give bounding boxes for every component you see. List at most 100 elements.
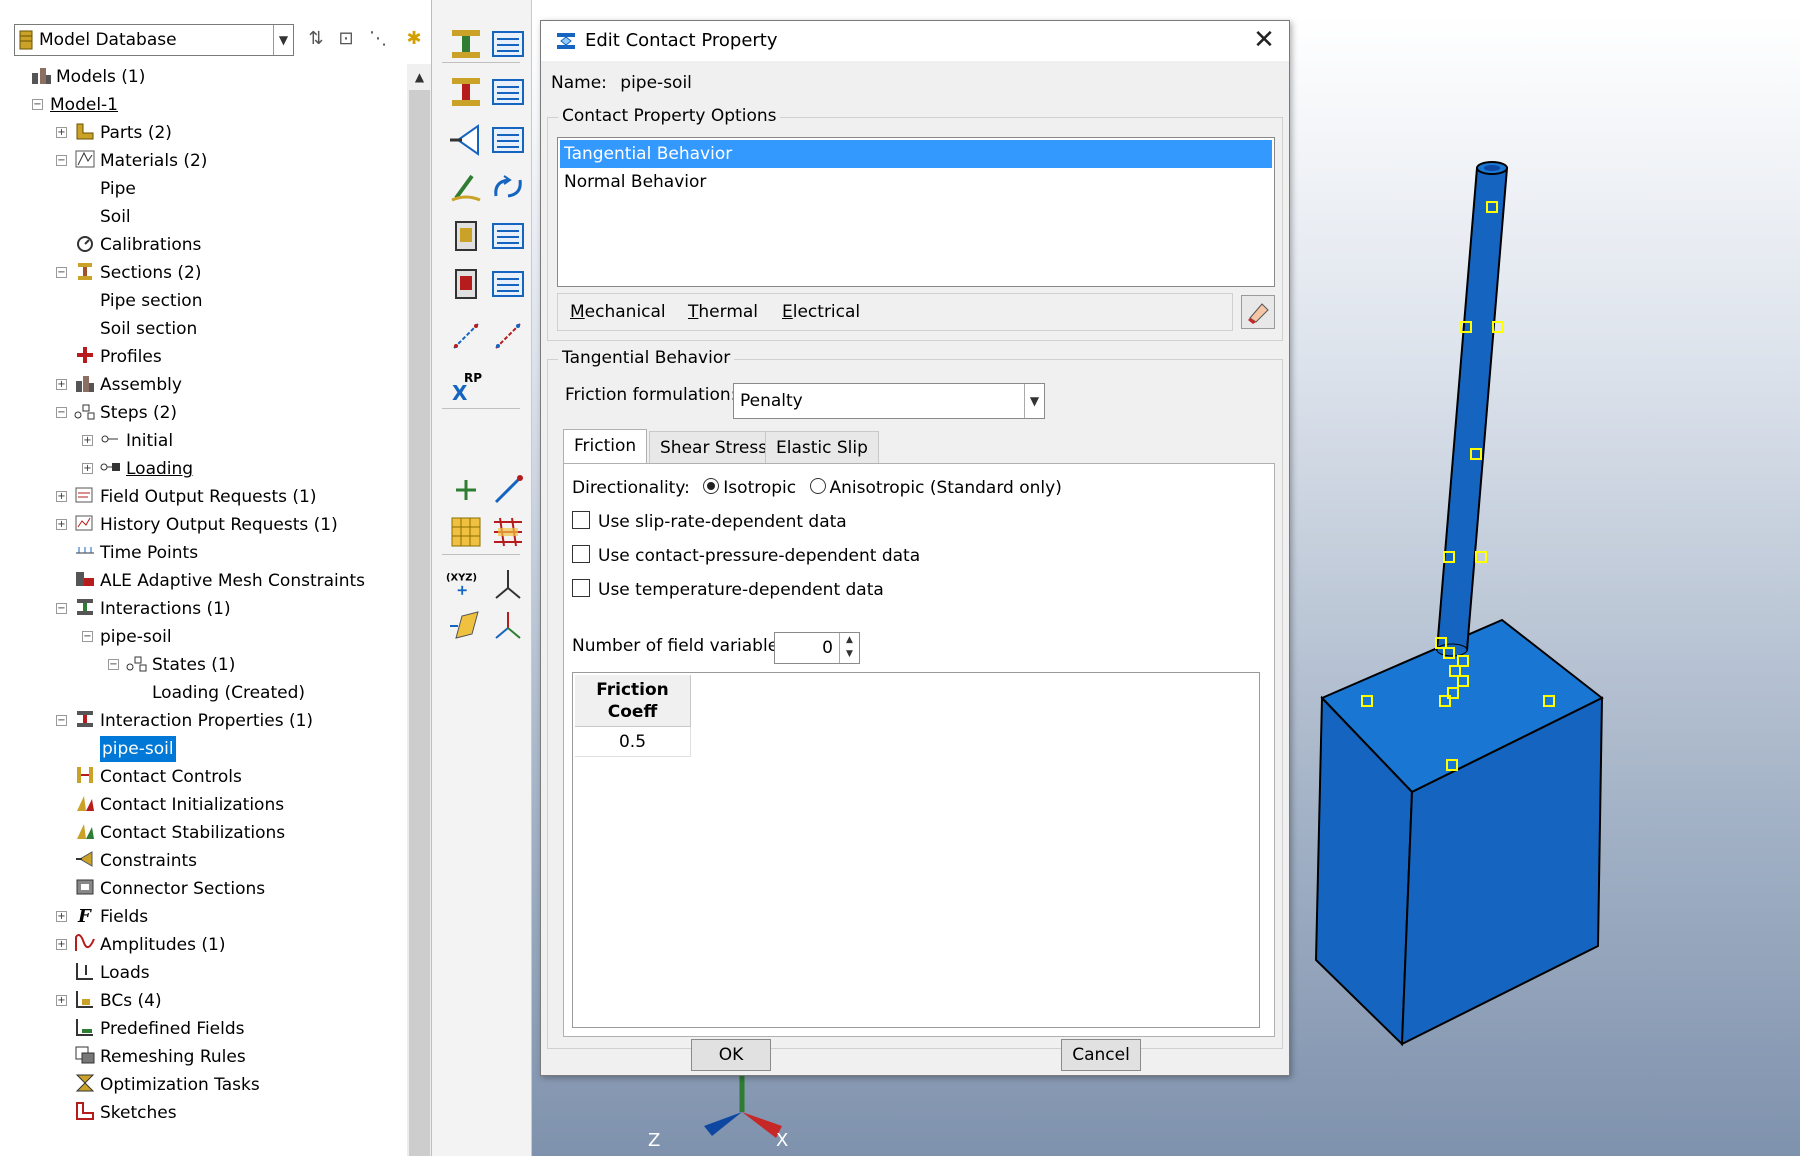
close-icon[interactable]: ✕ bbox=[1249, 25, 1279, 55]
field-variables-spinner[interactable]: 0 ▲ ▼ bbox=[774, 632, 860, 664]
tab-friction[interactable]: Friction bbox=[563, 429, 648, 465]
tree-scrollbar-thumb[interactable] bbox=[409, 90, 430, 1156]
tab-elastic-slip[interactable]: Elastic Slip bbox=[765, 431, 879, 465]
tree-item-amplitudes[interactable]: + Amplitudes (1) bbox=[56, 932, 225, 958]
tree-item-steps[interactable]: − Steps (2) bbox=[56, 400, 177, 426]
contact-pressure-checkbox-row[interactable]: Use contact-pressure-dependent data bbox=[572, 545, 920, 566]
tree-item-time-points[interactable]: Time Points bbox=[74, 540, 198, 566]
tree-item-interaction-properties[interactable]: − Interaction Properties (1) bbox=[56, 708, 313, 734]
create-reference-point-icon[interactable]: X RP bbox=[448, 368, 484, 404]
expand-icon[interactable]: + bbox=[56, 127, 67, 138]
expand-icon[interactable]: + bbox=[56, 379, 67, 390]
menu-electrical[interactable]: Electrical bbox=[782, 302, 860, 322]
find-contact-pairs-icon[interactable] bbox=[448, 170, 484, 206]
collapse-icon[interactable]: − bbox=[32, 99, 43, 110]
anisotropic-radio[interactable] bbox=[809, 478, 826, 494]
model-database-selector[interactable]: Model Database ▼ bbox=[14, 24, 294, 56]
tree-item-interactions[interactable]: − Interactions (1) bbox=[56, 596, 231, 622]
tree-item-field-output-requests[interactable]: + Field Output Requests (1) bbox=[56, 484, 317, 510]
tree-item-contact-controls[interactable]: Contact Controls bbox=[74, 764, 242, 790]
friction-formulation-select[interactable]: Penalty ▼ bbox=[733, 383, 1045, 419]
spinner-arrows-icon[interactable]: ▲ ▼ bbox=[839, 633, 859, 663]
contact-property-options-list[interactable]: Tangential Behavior Normal Behavior bbox=[557, 137, 1275, 287]
option-tangential-behavior[interactable]: Tangential Behavior bbox=[560, 140, 1272, 168]
collapse-icon[interactable]: − bbox=[56, 715, 67, 726]
tree-item-contact-initializations[interactable]: Contact Initializations bbox=[74, 792, 284, 818]
tree-item-contact-stabilizations[interactable]: Contact Stabilizations bbox=[74, 820, 285, 846]
create-wire-icon[interactable] bbox=[448, 318, 484, 354]
scroll-up-arrow[interactable]: ▲ bbox=[407, 64, 431, 90]
slip-rate-checkbox[interactable] bbox=[572, 511, 590, 529]
expand-icon[interactable]: + bbox=[56, 939, 67, 950]
collapse-icon[interactable]: − bbox=[108, 659, 119, 670]
partition-icon[interactable] bbox=[490, 514, 526, 550]
tree-item-constraints[interactable]: Constraints bbox=[74, 848, 197, 874]
expand-icon[interactable]: + bbox=[82, 463, 93, 474]
interaction-manager-icon[interactable] bbox=[490, 26, 526, 62]
create-datum-point-icon[interactable] bbox=[448, 472, 484, 508]
tab-shear-stress[interactable]: Shear Stress bbox=[649, 431, 779, 465]
collapse-icon[interactable]: − bbox=[56, 407, 67, 418]
create-interaction-property-icon[interactable] bbox=[448, 74, 484, 110]
friction-coeff-cell[interactable]: 0.5 bbox=[575, 727, 691, 757]
connector-assignment-manager-icon[interactable] bbox=[490, 266, 526, 302]
tree-item-pipe-material[interactable]: Pipe bbox=[100, 176, 136, 202]
tree-item-loading-created[interactable]: Loading (Created) bbox=[152, 680, 305, 706]
tree-item-sketches[interactable]: Sketches bbox=[74, 1100, 177, 1126]
create-connector-section-icon[interactable] bbox=[448, 218, 484, 254]
connector-section-manager-icon[interactable] bbox=[490, 218, 526, 254]
sort-arrows-icon[interactable]: ⇅ bbox=[302, 24, 330, 54]
tree-item-optimization-tasks[interactable]: Optimization Tasks bbox=[74, 1072, 260, 1098]
create-datum-csys-icon[interactable]: (XYZ) bbox=[446, 566, 482, 602]
expand-icon[interactable]: + bbox=[56, 519, 67, 530]
chevron-down-icon[interactable]: ▼ bbox=[273, 25, 293, 55]
tree-item-models[interactable]: Models (1) bbox=[30, 64, 145, 90]
menu-thermal[interactable]: Thermal bbox=[688, 302, 758, 322]
tree-item-soil-material[interactable]: Soil bbox=[100, 204, 131, 230]
tree-item-interaction-pipe-soil[interactable]: − pipe-soil bbox=[82, 624, 172, 650]
create-constraint-icon[interactable] bbox=[448, 122, 484, 158]
temperature-checkbox-row[interactable]: Use temperature-dependent data bbox=[572, 579, 884, 600]
tree-item-profiles[interactable]: Profiles bbox=[74, 344, 162, 370]
menu-mechanical[interactable]: Mechanical bbox=[570, 302, 666, 322]
collapse-icon[interactable]: − bbox=[56, 155, 67, 166]
collapse-icon[interactable]: − bbox=[56, 267, 67, 278]
create-interaction-icon[interactable] bbox=[448, 26, 484, 62]
folder-up-icon[interactable]: ⊡ bbox=[332, 24, 360, 54]
ok-button[interactable]: OK bbox=[691, 1039, 771, 1071]
expand-icon[interactable]: + bbox=[56, 995, 67, 1006]
tree-item-materials[interactable]: − Materials (2) bbox=[56, 148, 207, 174]
tree-item-predefined-fields[interactable]: Predefined Fields bbox=[74, 1016, 245, 1042]
collapse-icon[interactable]: − bbox=[82, 631, 93, 642]
expand-icon[interactable]: + bbox=[56, 911, 67, 922]
slip-rate-checkbox-row[interactable]: Use slip-rate-dependent data bbox=[572, 511, 847, 532]
tree-item-assembly[interactable]: + Assembly bbox=[56, 372, 182, 398]
tree-item-calibrations[interactable]: Calibrations bbox=[74, 232, 201, 258]
tree-item-fields[interactable]: + F Fields bbox=[56, 904, 148, 930]
tree-item-states[interactable]: − States (1) bbox=[108, 652, 235, 678]
interaction-property-manager-icon[interactable] bbox=[490, 74, 526, 110]
dialog-titlebar[interactable]: Edit Contact Property ✕ bbox=[541, 21, 1289, 61]
tree-item-model-1[interactable]: − Model-1 bbox=[32, 92, 118, 118]
tree-item-connector-sections[interactable]: Connector Sections bbox=[74, 876, 265, 902]
mesh-grid-icon[interactable] bbox=[448, 514, 484, 550]
constraint-manager-icon[interactable] bbox=[490, 122, 526, 158]
tree-item-sections[interactable]: − Sections (2) bbox=[56, 260, 202, 286]
lightbulb-icon[interactable]: ✱ bbox=[400, 24, 428, 54]
expand-icon[interactable]: + bbox=[82, 435, 93, 446]
datum-axes-icon[interactable] bbox=[490, 566, 526, 602]
temperature-checkbox[interactable] bbox=[572, 579, 590, 597]
isotropic-radio[interactable] bbox=[703, 478, 720, 494]
delete-behavior-button[interactable] bbox=[1241, 295, 1275, 329]
connector-icon[interactable] bbox=[490, 170, 526, 206]
chevron-down-icon[interactable]: ▼ bbox=[1024, 384, 1044, 418]
tree-item-pipe-section[interactable]: Pipe section bbox=[100, 288, 202, 314]
datum-plane-icon[interactable] bbox=[448, 608, 484, 644]
contact-pressure-checkbox[interactable] bbox=[572, 545, 590, 563]
tree-item-ale-constraints[interactable]: ALE Adaptive Mesh Constraints bbox=[74, 568, 365, 594]
tree-item-parts[interactable]: + Parts (2) bbox=[56, 120, 172, 146]
datum-axes-colored-icon[interactable] bbox=[490, 608, 526, 644]
tree-item-loads[interactable]: Loads bbox=[74, 960, 150, 986]
tree-item-initial-step[interactable]: + Initial bbox=[82, 428, 173, 454]
friction-data-table[interactable]: Friction Coeff 0.5 bbox=[572, 672, 1260, 1028]
